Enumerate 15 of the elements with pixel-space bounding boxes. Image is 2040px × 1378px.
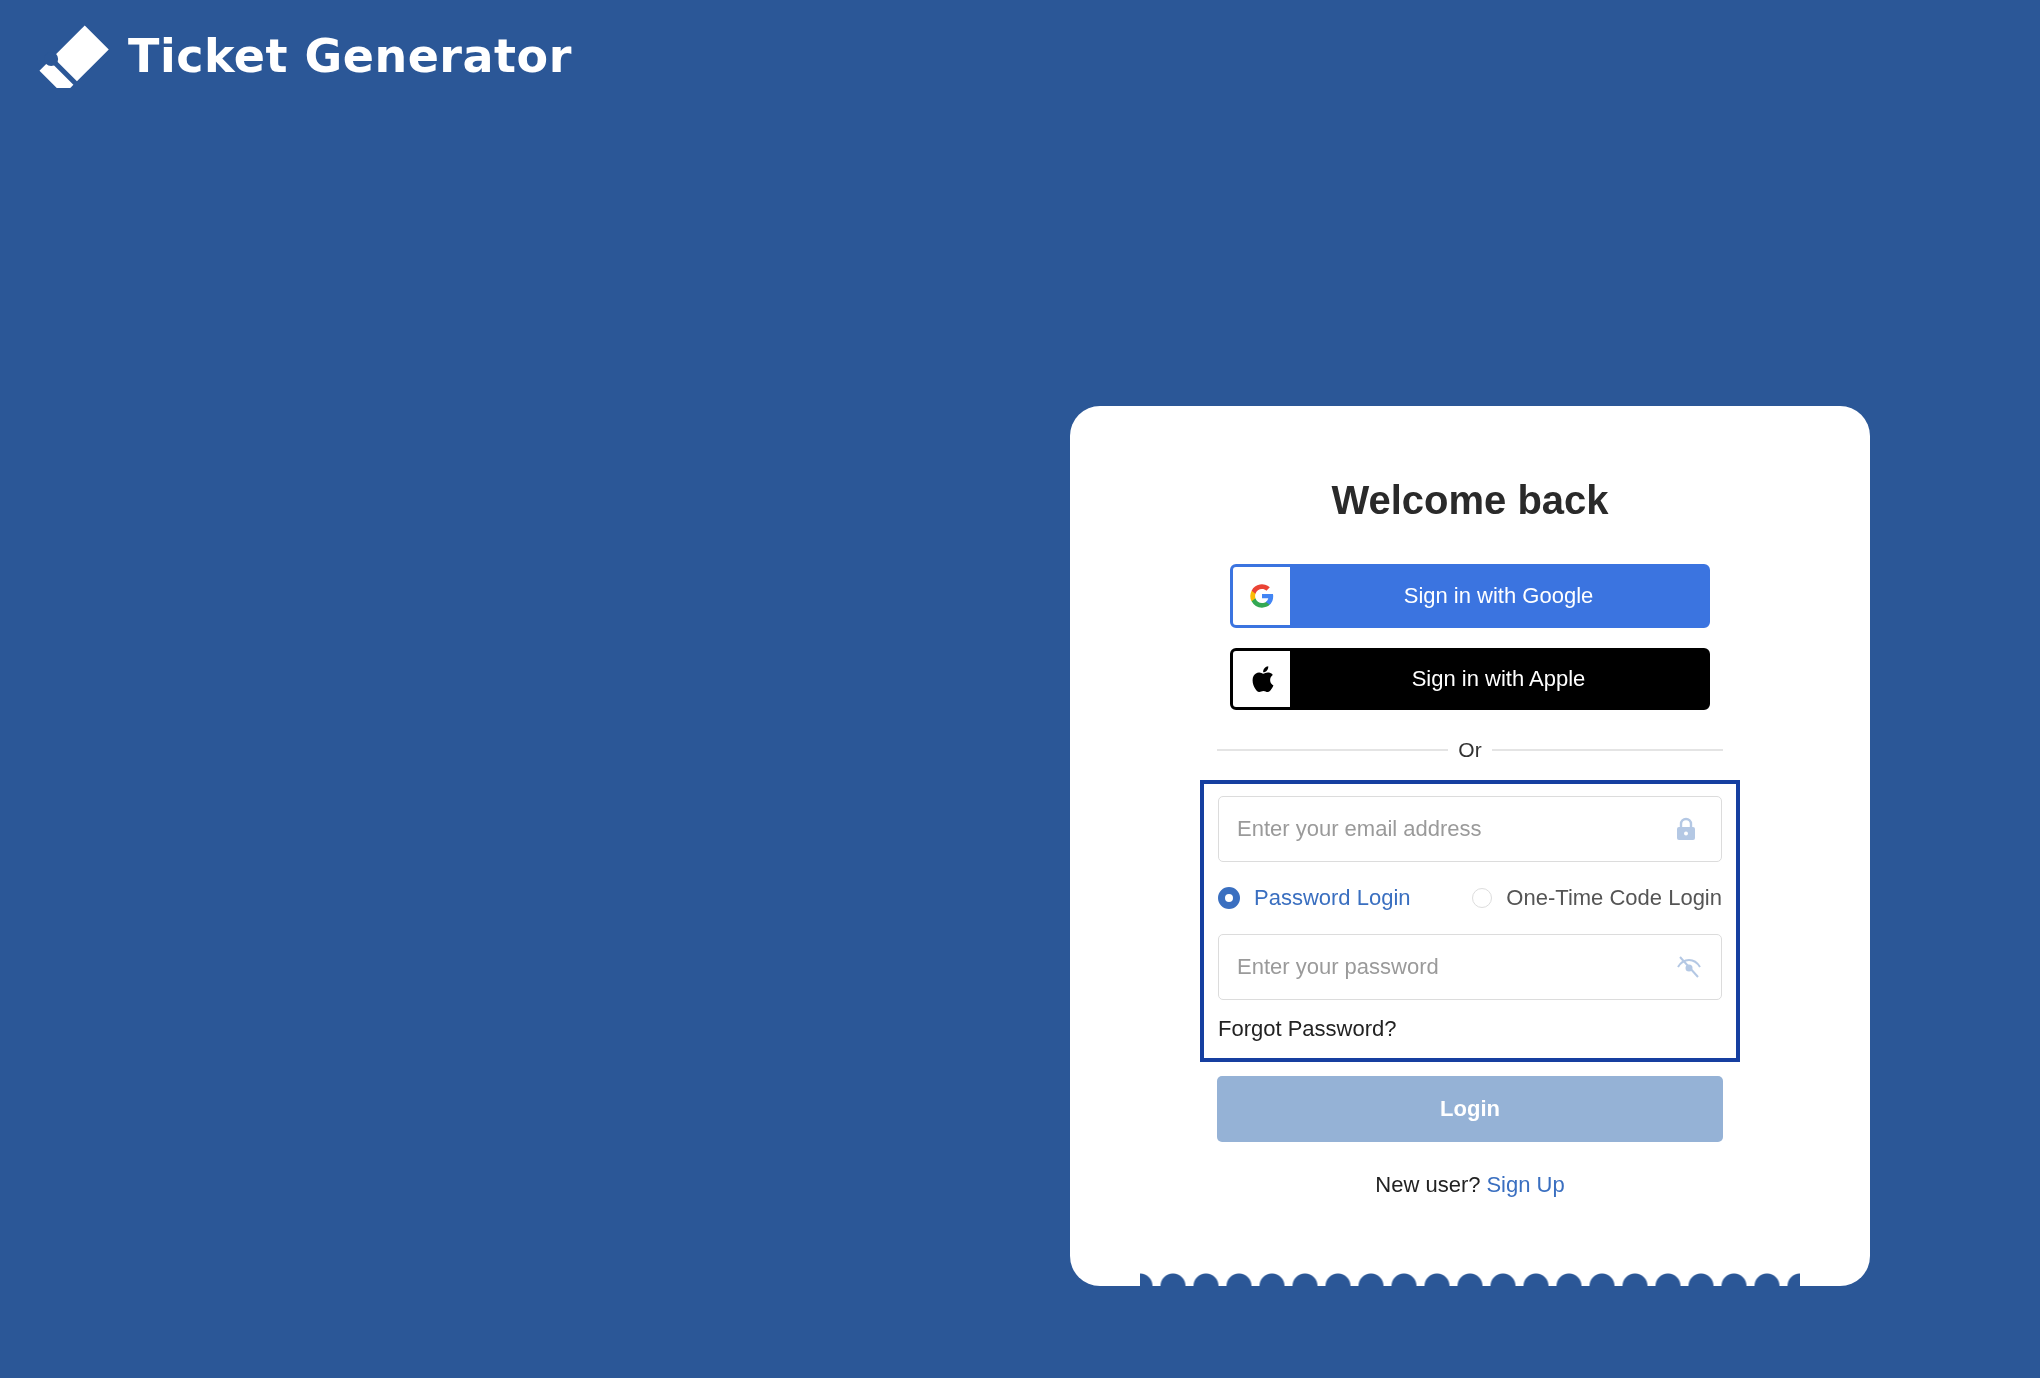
password-field[interactable]: Enter your password bbox=[1218, 934, 1722, 1000]
login-mode-radio[interactable]: Password Login bbox=[1218, 885, 1411, 911]
google-g-icon bbox=[1233, 567, 1290, 625]
apple-icon bbox=[1233, 651, 1290, 707]
apple-sign-in-button[interactable]: Sign in with Apple bbox=[1230, 648, 1710, 710]
sign-up-link[interactable]: Sign Up bbox=[1486, 1172, 1565, 1198]
divider-label: Or bbox=[1458, 738, 1482, 762]
email-field[interactable]: Enter your email address bbox=[1218, 796, 1722, 862]
new-user-prompt: New user? bbox=[1375, 1172, 1481, 1198]
google-sign-in-button[interactable]: Sign in with Google bbox=[1230, 564, 1710, 628]
login-mode-radio[interactable]: One-Time Code Login bbox=[1472, 885, 1722, 911]
forgot-password-link[interactable]: Forgot Password? bbox=[1218, 1016, 1397, 1042]
eye-slash-icon bbox=[1676, 955, 1702, 979]
brand-name: Ticket Generator bbox=[128, 28, 572, 83]
card-title: Welcome back bbox=[1331, 477, 1609, 524]
